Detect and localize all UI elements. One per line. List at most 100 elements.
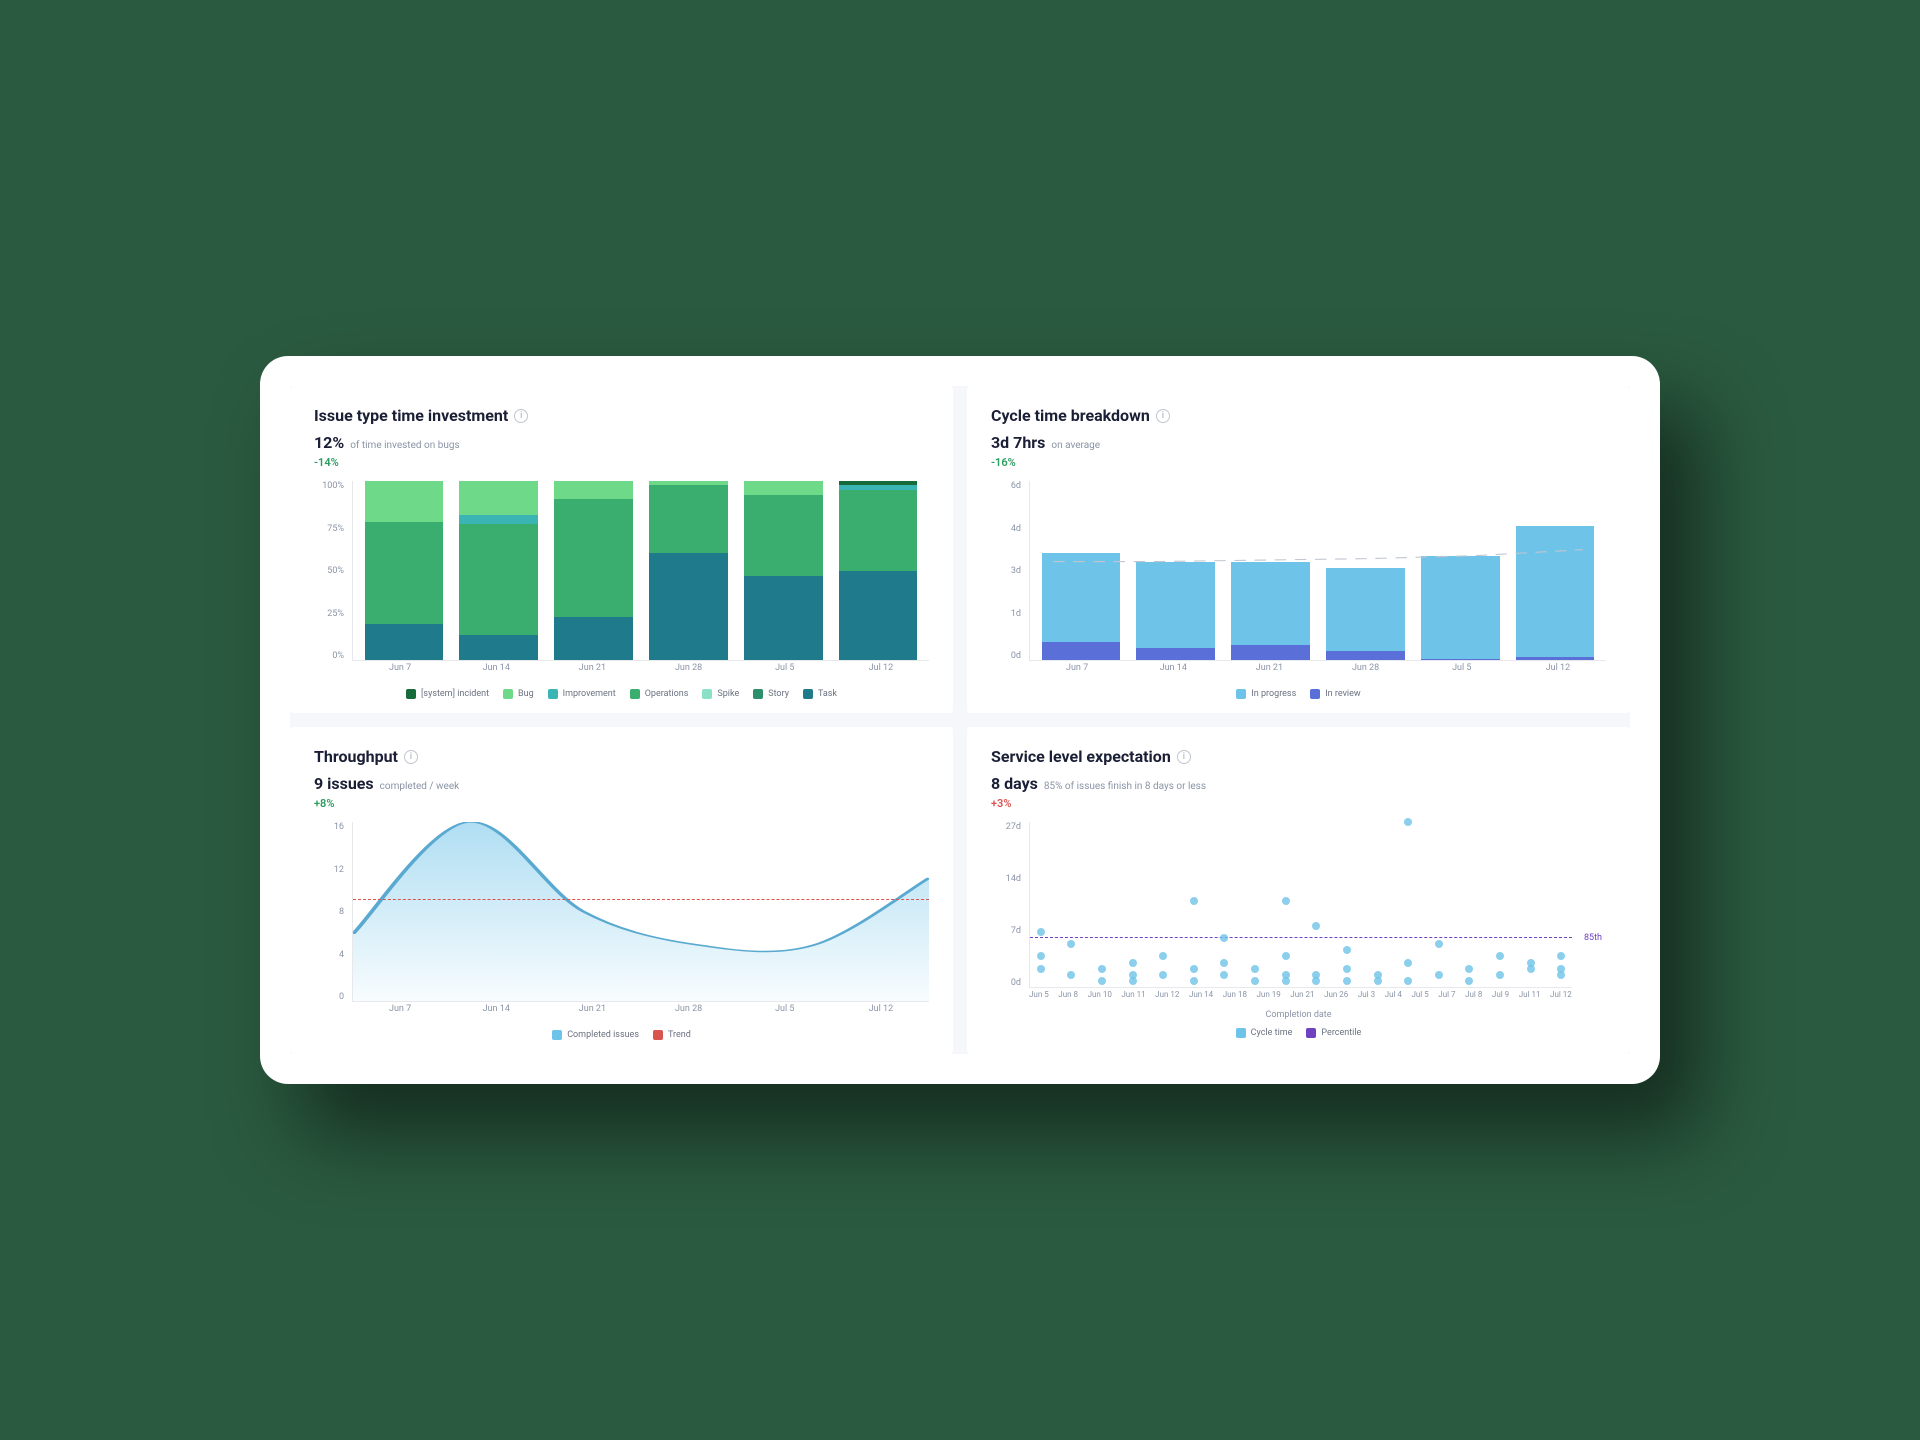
legend-label: In review: [1325, 689, 1360, 699]
x-axis: Jun 5Jun 8Jun 10Jun 11Jun 12Jun 14Jun 18…: [1029, 990, 1572, 1008]
scatter-point: [1404, 977, 1412, 985]
bar-segment: [649, 553, 727, 660]
legend-label: In progress: [1251, 689, 1296, 699]
scatter-point: [1496, 971, 1504, 979]
metric-row: 9 issues completed / week: [314, 774, 929, 793]
x-tick: Jul 12: [833, 1004, 929, 1022]
x-tick: Jun 5: [1029, 990, 1049, 1008]
legend-label: Improvement: [563, 689, 616, 699]
y-axis: 27d14d7d0d: [991, 822, 1027, 988]
x-tick: Jun 14: [448, 663, 544, 681]
x-tick: Jul 5: [1411, 990, 1428, 1008]
legend-item: [system] incident: [406, 689, 489, 699]
bar-segment: [459, 524, 537, 635]
x-tick: Jun 18: [1223, 990, 1247, 1008]
plot-area: 85th: [1029, 822, 1572, 988]
bar-segment: [744, 495, 822, 576]
plot-area: [352, 822, 929, 1002]
info-icon[interactable]: i: [514, 409, 528, 423]
legend: In progress In review: [991, 689, 1606, 699]
x-tick: Jul 5: [737, 663, 833, 681]
y-tick: 0: [314, 992, 350, 1002]
x-tick: Jul 11: [1519, 990, 1541, 1008]
scatter-point: [1129, 959, 1137, 967]
info-icon[interactable]: i: [1156, 409, 1170, 423]
chart-issue-type: 100%75%50%25%0% Jun 7Jun 14Jun 21Jun 28J…: [314, 481, 929, 681]
dashboard-grid: Issue type time investment i 12% of time…: [290, 386, 1630, 1054]
scatter-point: [1343, 977, 1351, 985]
percentile-line: 85th: [1030, 937, 1572, 938]
x-tick: Jun 8: [1058, 990, 1078, 1008]
legend-label: Spike: [717, 689, 739, 699]
legend: Cycle time Percentile: [991, 1028, 1606, 1038]
legend-swatch: [406, 689, 416, 699]
y-tick: 0d: [991, 978, 1027, 988]
info-icon[interactable]: i: [1177, 750, 1191, 764]
bar-segment: [1136, 562, 1214, 649]
area-chart: [353, 822, 929, 1001]
bar-segment: [365, 624, 443, 660]
dashboard-device: Issue type time investment i 12% of time…: [260, 356, 1660, 1084]
y-tick: 16: [314, 822, 350, 832]
panel-cycle-time: Cycle time breakdown i 3d 7hrs on averag…: [967, 386, 1630, 713]
plot-area: [1029, 481, 1606, 661]
legend-label: Operations: [645, 689, 689, 699]
bar-segment: [459, 481, 537, 515]
scatter-point: [1037, 928, 1045, 936]
scatter-point: [1220, 959, 1228, 967]
scatter-point: [1159, 971, 1167, 979]
metric-row: 12% of time invested on bugs: [314, 433, 929, 452]
bar-segment: [839, 490, 917, 571]
legend-item: Completed issues: [552, 1030, 639, 1040]
x-tick: Jun 11: [1121, 990, 1145, 1008]
info-icon[interactable]: i: [404, 750, 418, 764]
scatter-point: [1251, 977, 1259, 985]
legend-label: Percentile: [1321, 1028, 1361, 1038]
x-tick: Jul 12: [1550, 990, 1572, 1008]
bar-column: [1136, 481, 1214, 660]
bar-segment: [1042, 642, 1120, 660]
x-tick: Jun 19: [1257, 990, 1281, 1008]
scatter-point: [1282, 977, 1290, 985]
bar-column: [554, 481, 632, 660]
x-tick: Jul 7: [1438, 990, 1455, 1008]
stacked-bars: [1030, 481, 1606, 660]
legend-swatch: [1236, 1028, 1246, 1038]
legend-item: Percentile: [1306, 1028, 1361, 1038]
legend-label: Trend: [668, 1030, 691, 1040]
scatter-point: [1343, 965, 1351, 973]
legend-swatch: [702, 689, 712, 699]
scatter-point: [1343, 946, 1351, 954]
x-tick: Jul 3: [1358, 990, 1375, 1008]
legend-label: Cycle time: [1251, 1028, 1293, 1038]
bar-segment: [1231, 645, 1309, 660]
bar-segment: [459, 635, 537, 660]
panel-title: Throughput i: [314, 747, 929, 766]
scatter-point: [1527, 959, 1535, 967]
bar-column: [1326, 481, 1404, 660]
legend: [system] incidentBugImprovementOperation…: [314, 689, 929, 699]
scatter-point: [1190, 897, 1198, 905]
bar-segment: [744, 576, 822, 660]
x-tick: Jun 28: [1318, 663, 1414, 681]
x-tick: Jul 5: [737, 1004, 833, 1022]
y-tick: 14d: [991, 874, 1027, 884]
scatter-point: [1557, 971, 1565, 979]
bar-column: [1231, 481, 1309, 660]
title-text: Issue type time investment: [314, 406, 508, 425]
metric-row: 3d 7hrs on average: [991, 433, 1606, 452]
x-tick: Jun 21: [544, 1004, 640, 1022]
y-tick: 3d: [991, 566, 1027, 576]
x-tick: Jul 4: [1385, 990, 1402, 1008]
legend-label: [system] incident: [421, 689, 489, 699]
y-tick: 27d: [991, 822, 1027, 832]
metric-value: 12%: [314, 433, 344, 452]
x-tick: Jun 14: [448, 1004, 544, 1022]
x-tick: Jul 5: [1414, 663, 1510, 681]
metric-sub: completed / week: [380, 781, 460, 792]
scatter-point: [1282, 897, 1290, 905]
scatter-point: [1496, 952, 1504, 960]
x-tick: Jun 28: [641, 663, 737, 681]
legend-item: In review: [1310, 689, 1360, 699]
bar-segment: [1516, 657, 1594, 660]
